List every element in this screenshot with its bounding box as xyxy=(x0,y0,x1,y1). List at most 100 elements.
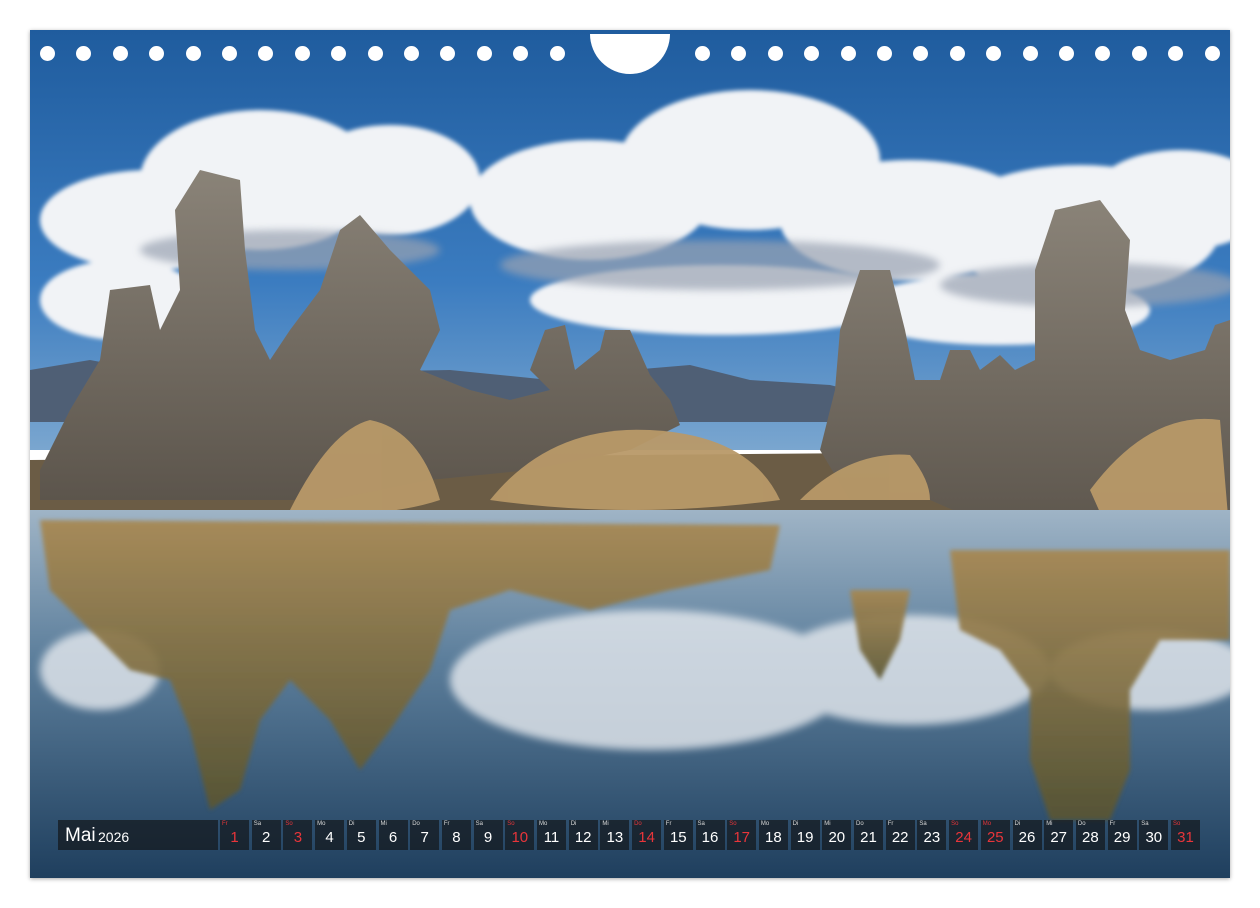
day-number: 18 xyxy=(765,829,782,846)
binding-hole xyxy=(549,46,565,61)
day-number: 15 xyxy=(669,829,687,846)
binding-hole xyxy=(149,46,165,61)
binding-hole xyxy=(949,46,965,61)
weekday-abbr: Mo xyxy=(760,821,770,827)
day-cell: Do 28 xyxy=(1075,820,1105,850)
calendar-strip: Mai 2026 Fr 1 Sa 2 So 3 Mo 4 Di 5 Mi 6 Do 7 Fr 8 Sa 9 So 10… xyxy=(58,820,1202,850)
day-number: 17 xyxy=(733,829,751,846)
day-number: 7 xyxy=(420,829,429,846)
binding-hole xyxy=(185,46,201,61)
day-number: 1 xyxy=(230,829,239,846)
weekday-abbr: Sa xyxy=(253,821,262,827)
day-cell: Di 26 xyxy=(1012,820,1042,850)
day-number: 13 xyxy=(606,829,624,846)
binding-hole xyxy=(404,46,419,61)
day-cell: So 31 xyxy=(1171,820,1200,850)
day-cell: So 3 xyxy=(283,820,313,850)
binding-hole xyxy=(331,46,347,61)
day-number: 22 xyxy=(891,829,909,846)
binding-hole xyxy=(513,46,529,61)
binding-holes xyxy=(30,30,1230,78)
day-cell: So 10 xyxy=(505,820,535,850)
binding-hole xyxy=(258,46,274,61)
weekday-abbr: Fr xyxy=(443,821,450,827)
day-number: 10 xyxy=(511,829,529,846)
day-cell: Do 21 xyxy=(854,820,883,850)
day-cell: Do 7 xyxy=(410,820,440,850)
weekday-abbr: Sa xyxy=(697,821,705,827)
day-cell: Di 5 xyxy=(346,820,376,850)
landscape-photo xyxy=(30,30,1230,878)
day-number: 9 xyxy=(483,829,493,846)
binding-hole xyxy=(1204,46,1220,61)
day-cell: Mo 11 xyxy=(537,820,566,850)
day-cell: Sa 16 xyxy=(695,820,725,850)
weekday-abbr: Di xyxy=(792,821,799,827)
binding-hole xyxy=(40,46,55,61)
day-number: 24 xyxy=(955,829,972,846)
day-number: 2 xyxy=(262,829,271,846)
weekday-abbr: Fr xyxy=(222,821,228,827)
day-cell: Do 14 xyxy=(632,820,662,850)
binding-hole xyxy=(1022,46,1038,61)
day-number: 23 xyxy=(923,829,941,846)
day-cell: So 17 xyxy=(727,820,757,850)
day-number: 12 xyxy=(574,829,592,846)
day-number: 20 xyxy=(828,829,846,846)
day-cell: Di 12 xyxy=(568,820,598,850)
day-cell: Mo 4 xyxy=(315,820,345,850)
weekday-abbr: Mi xyxy=(602,821,609,827)
day-cell: Mi 27 xyxy=(1044,820,1074,850)
weekday-abbr: So xyxy=(507,821,515,827)
day-cell: Mi 6 xyxy=(378,820,408,850)
month-year: 2026 xyxy=(98,829,130,845)
binding-hole xyxy=(1168,46,1184,61)
weekday-abbr: Sa xyxy=(475,821,483,827)
day-number: 3 xyxy=(293,829,303,846)
day-cell: Sa 9 xyxy=(473,820,503,850)
weekday-abbr: So xyxy=(951,821,959,827)
day-number: 8 xyxy=(452,829,461,846)
calendar-page: Mai 2026 Fr 1 Sa 2 So 3 Mo 4 Di 5 Mi 6 Do 7 Fr 8 Sa 9 So 10… xyxy=(30,30,1230,878)
weekday-abbr: Do xyxy=(1077,821,1086,827)
day-number: 14 xyxy=(638,829,655,846)
weekday-abbr: Sa xyxy=(1141,821,1149,827)
weekday-abbr: Fr xyxy=(1109,821,1116,827)
weekday-abbr: Sa xyxy=(919,821,927,827)
day-cell: Sa 23 xyxy=(917,820,947,850)
binding-hole xyxy=(76,46,92,61)
day-cell: Sa 30 xyxy=(1139,820,1169,850)
weekday-abbr: Di xyxy=(570,821,577,827)
weekday-abbr: So xyxy=(729,821,737,827)
weekday-abbr: So xyxy=(1173,821,1181,827)
weekday-abbr: Mo xyxy=(317,821,326,827)
day-number: 25 xyxy=(986,829,1004,846)
day-cell: Mi 13 xyxy=(600,820,630,850)
day-cell: Mo 25 xyxy=(980,820,1010,850)
weekday-abbr: Fr xyxy=(887,821,894,827)
binding-hole xyxy=(294,46,310,61)
binding-hole xyxy=(986,46,1002,61)
binding-hole xyxy=(804,46,820,61)
weekday-abbr: Do xyxy=(634,821,642,827)
weekday-abbr: Mo xyxy=(982,821,992,827)
day-cell: Fr 22 xyxy=(885,820,915,850)
day-cell: Fr 1 xyxy=(220,820,249,850)
day-number: 4 xyxy=(325,829,334,846)
binding-hole xyxy=(112,46,128,61)
day-number: 27 xyxy=(1050,829,1068,846)
binding-hole xyxy=(731,46,747,61)
day-number: 19 xyxy=(796,829,814,846)
day-number: 31 xyxy=(1177,829,1194,846)
weekday-abbr: Mi xyxy=(824,821,831,827)
binding-hole xyxy=(695,46,710,61)
weekday-abbr: Di xyxy=(348,821,355,827)
day-number: 21 xyxy=(860,829,877,846)
day-number: 16 xyxy=(701,829,719,846)
hanger-cutout xyxy=(590,34,670,74)
binding-hole xyxy=(1131,46,1147,61)
day-number: 6 xyxy=(388,829,398,846)
weekday-abbr: Do xyxy=(856,821,864,827)
weekday-abbr: Mi xyxy=(380,821,387,827)
weekday-abbr: Mi xyxy=(1046,821,1053,827)
